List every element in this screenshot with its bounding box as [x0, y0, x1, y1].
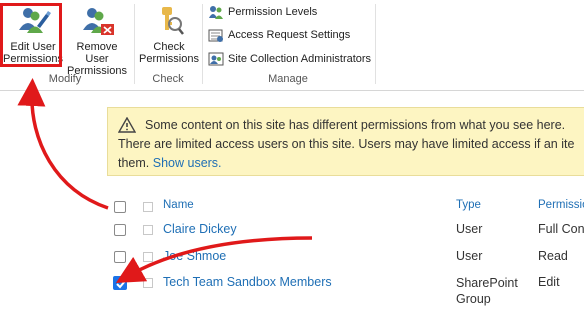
arrow-to-edit-button: [17, 78, 109, 210]
annotation-arrows: [17, 78, 313, 283]
arrow-to-checkbox: [115, 236, 313, 283]
